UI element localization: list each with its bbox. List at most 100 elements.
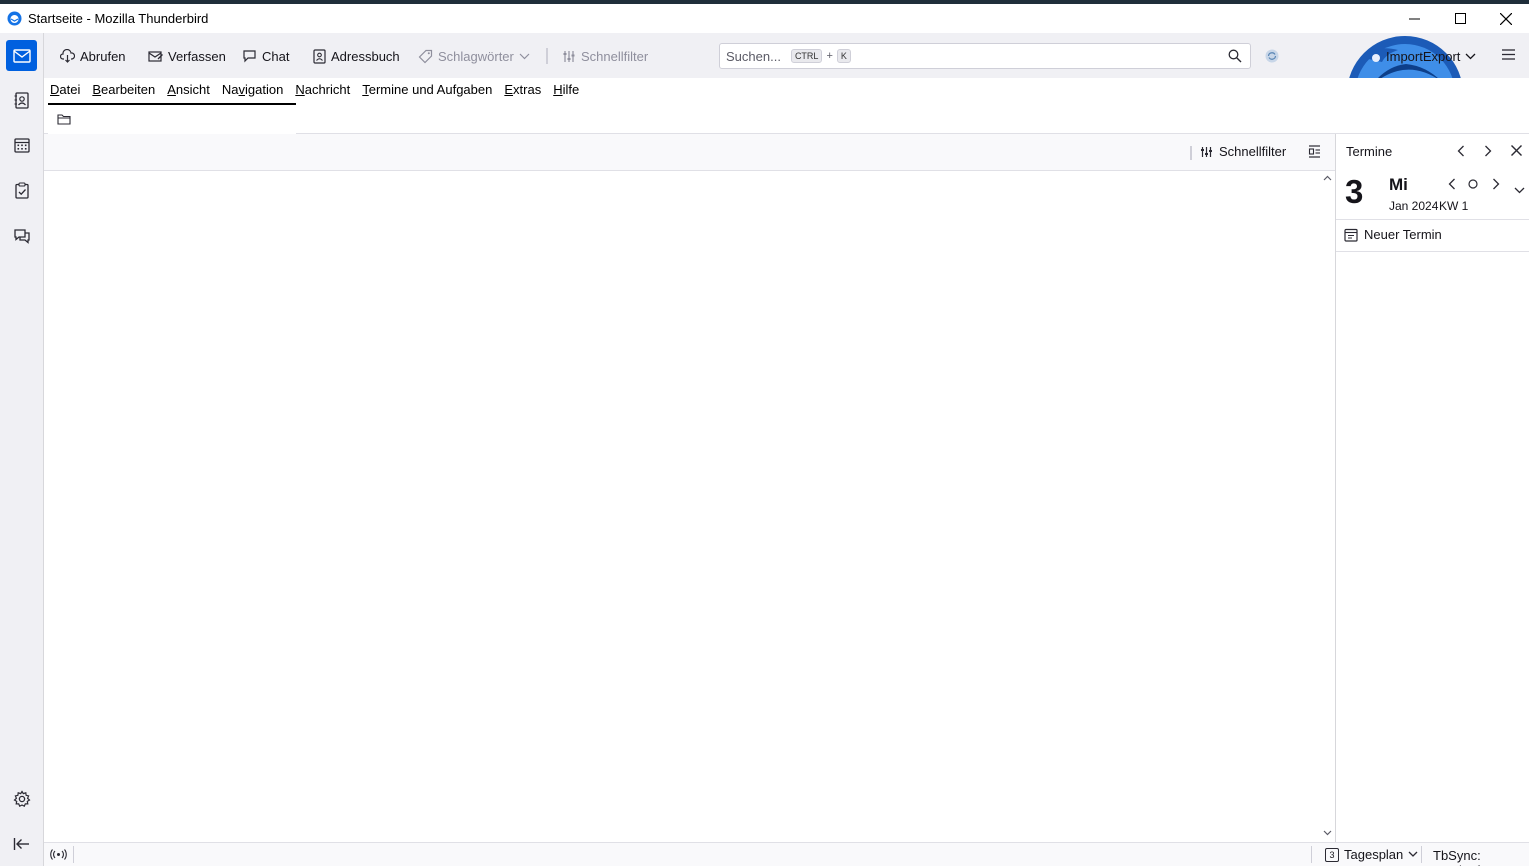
tag-icon xyxy=(418,49,433,64)
address-book-icon xyxy=(14,92,30,109)
sync-status-icon[interactable] xyxy=(1264,48,1280,64)
tab-strip xyxy=(44,100,1529,134)
close-window-button[interactable] xyxy=(1483,4,1529,33)
tags-button[interactable]: Schlagwörter xyxy=(418,45,530,67)
menu-navigation[interactable]: Navigation xyxy=(222,82,283,97)
spaces-toolbar xyxy=(0,33,44,866)
today-pane-view-label: Tagesplan xyxy=(1344,847,1404,862)
new-event-label: Neuer Termin xyxy=(1364,227,1442,242)
shortcut-key-k: K xyxy=(836,49,851,63)
chat-button[interactable]: Chat xyxy=(242,45,289,67)
shortcut-key-ctrl: CTRL xyxy=(790,49,823,63)
folder-icon xyxy=(57,113,71,125)
vertical-scrollbar[interactable] xyxy=(1320,171,1335,842)
maximize-button[interactable] xyxy=(1437,4,1483,33)
quick-filter-button[interactable]: Schnellfilter xyxy=(1200,144,1286,159)
settings-button[interactable] xyxy=(6,783,37,814)
online-status-icon[interactable] xyxy=(50,849,67,860)
today-circle-icon[interactable] xyxy=(1468,179,1478,189)
toolbar-separator xyxy=(546,48,548,64)
mail-toolbar: Abrufen Verfassen Chat Adressbuch Schlag… xyxy=(44,33,1529,132)
today-pane-title: Termine xyxy=(1346,144,1393,159)
compose-icon xyxy=(148,50,163,63)
next-day-icon[interactable] xyxy=(1492,178,1500,190)
status-separator xyxy=(73,846,74,863)
space-address-book-button[interactable] xyxy=(6,85,37,116)
new-event-icon xyxy=(1344,228,1358,242)
chat-bubble-icon xyxy=(242,49,257,63)
today-day-number: 3 xyxy=(1345,173,1364,210)
expand-minimonth-icon[interactable] xyxy=(1514,187,1525,194)
global-search-input[interactable]: Suchen... CTRL + K xyxy=(719,43,1251,69)
hamburger-icon xyxy=(1502,49,1515,60)
close-today-pane-icon[interactable] xyxy=(1511,145,1522,156)
shortcut-plus: + xyxy=(826,50,833,62)
address-book-label: Adressbuch xyxy=(331,48,400,64)
menu-view[interactable]: Ansicht xyxy=(167,82,210,97)
calendar-icon xyxy=(13,138,30,153)
tasks-icon xyxy=(14,182,29,199)
address-book-button[interactable]: Adressbuch xyxy=(312,45,400,67)
download-cloud-icon xyxy=(60,49,75,63)
message-pane: Schnellfilter xyxy=(44,134,1335,842)
search-icon[interactable] xyxy=(1228,49,1242,63)
next-mode-arrow-icon[interactable] xyxy=(1484,145,1492,157)
title-bar: Startseite - Mozilla Thunderbird xyxy=(0,4,1529,33)
import-export-label: ImportExport xyxy=(1386,48,1461,64)
list-layout-icon xyxy=(1308,145,1321,158)
day-badge: 3 xyxy=(1325,847,1339,862)
chevron-down-icon xyxy=(519,53,530,60)
status-separator xyxy=(1421,846,1422,863)
today-pane-toggle[interactable]: 3 Tagesplan xyxy=(1325,847,1418,862)
chevron-down-icon xyxy=(1408,851,1418,858)
display-options-button[interactable] xyxy=(1308,145,1321,158)
space-calendar-button[interactable] xyxy=(6,130,37,161)
chat-label: Chat xyxy=(262,48,290,64)
address-book-small-icon xyxy=(312,48,326,64)
tags-label: Schlagwörter xyxy=(438,48,514,64)
import-export-button[interactable]: ImportExport xyxy=(1386,45,1476,67)
menu-file[interactable]: Datei xyxy=(50,82,80,97)
scroll-down-arrow-icon[interactable] xyxy=(1323,830,1332,836)
minimize-button[interactable] xyxy=(1391,4,1437,33)
chat-icon xyxy=(13,228,31,244)
toolbar-quick-filter-label: Schnellfilter xyxy=(581,48,649,64)
menu-tools[interactable]: Extras xyxy=(504,82,541,97)
quick-filter-label: Schnellfilter xyxy=(1219,144,1287,159)
menu-events-tasks[interactable]: Termine und Aufgaben xyxy=(362,82,492,97)
menu-edit[interactable]: Bearbeiten xyxy=(92,82,155,97)
space-tasks-button[interactable] xyxy=(6,175,37,206)
today-week-number: KW 1 xyxy=(1439,199,1469,213)
filter-sliders-icon xyxy=(1200,146,1213,158)
chevron-down-icon xyxy=(1465,53,1476,60)
maximize-icon xyxy=(1454,13,1466,24)
tab-home[interactable] xyxy=(48,103,296,134)
search-placeholder: Suchen... xyxy=(726,48,781,64)
space-chat-button[interactable] xyxy=(6,220,37,251)
collapse-spaces-button[interactable] xyxy=(6,828,37,859)
write-button[interactable]: Verfassen xyxy=(148,45,226,67)
tbsync-status[interactable]: TbSync: Leerlauf xyxy=(1433,848,1529,866)
status-separator xyxy=(1311,846,1312,863)
menu-help[interactable]: Hilfe xyxy=(553,82,579,97)
today-pane: Termine 3 Mi Jan 2024 KW 1 Neuer Termin xyxy=(1335,134,1529,842)
get-messages-label: Abrufen xyxy=(80,48,126,64)
filter-sliders-icon xyxy=(562,50,576,63)
menu-bar: Datei Bearbeiten Ansicht Navigation Nach… xyxy=(44,78,1529,100)
previous-mode-arrow-icon[interactable] xyxy=(1457,145,1465,157)
message-pane-header: Schnellfilter xyxy=(44,134,1335,171)
previous-day-icon[interactable] xyxy=(1448,178,1456,190)
window-title: Startseite - Mozilla Thunderbird xyxy=(28,11,209,26)
new-event-button[interactable]: Neuer Termin xyxy=(1344,227,1442,242)
scroll-up-arrow-icon[interactable] xyxy=(1323,175,1332,181)
space-mail-button[interactable] xyxy=(6,40,37,71)
gear-icon xyxy=(13,789,31,808)
today-divider xyxy=(1336,219,1529,220)
toolbar-quick-filter-button[interactable]: Schnellfilter xyxy=(562,45,648,67)
mail-icon xyxy=(12,48,31,63)
menu-message[interactable]: Nachricht xyxy=(295,82,350,97)
today-weekday: Mi xyxy=(1389,175,1408,194)
get-messages-button[interactable]: Abrufen xyxy=(60,45,126,67)
status-bar: 3 Tagesplan TbSync: Leerlauf xyxy=(44,842,1529,866)
app-menu-button[interactable] xyxy=(1502,49,1515,60)
